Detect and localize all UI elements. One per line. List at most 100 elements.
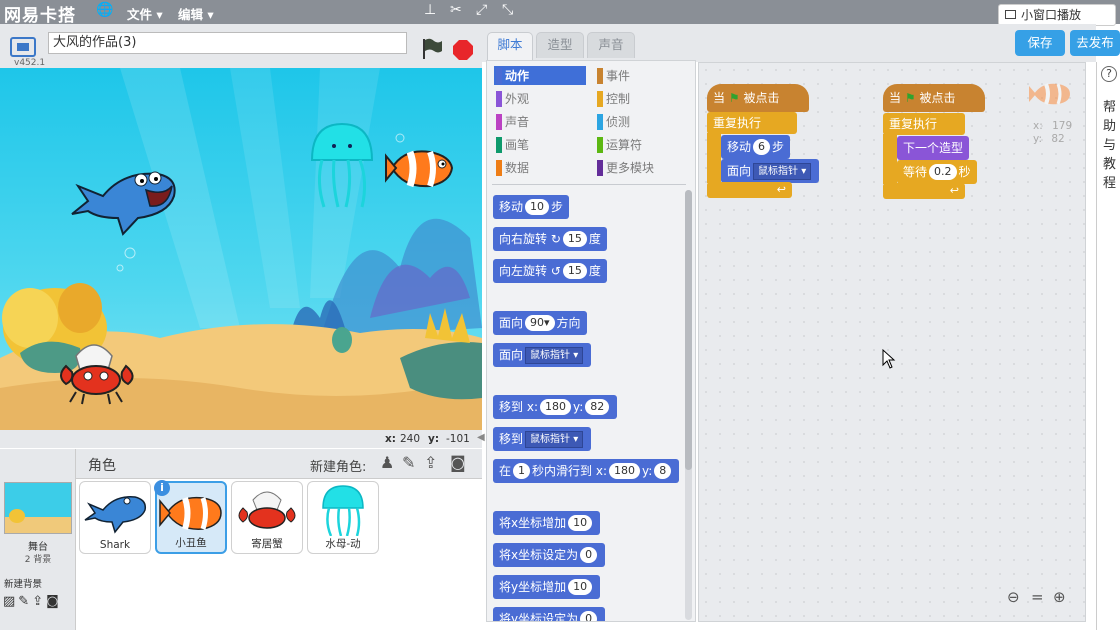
category-sensing[interactable]: 侦测 bbox=[597, 113, 630, 131]
sprite-jellyfish-on-stage[interactable] bbox=[302, 122, 382, 212]
rotate-right-icon: ↻ bbox=[550, 232, 561, 246]
block-set-x[interactable]: 将x坐标设定为 0 bbox=[493, 543, 606, 567]
mouse-coordinate-bar: x: 240 y: -101 bbox=[0, 430, 482, 448]
mini-player-button[interactable]: 小窗口播放 bbox=[998, 4, 1116, 26]
category-control[interactable]: 控制 bbox=[597, 90, 630, 108]
script1-when-flag-clicked[interactable]: 当 ⚑ 被点击 bbox=[707, 84, 809, 112]
block-change-y[interactable]: 将y坐标增加 10 bbox=[493, 575, 601, 599]
sprites-title: 角色 bbox=[88, 458, 116, 474]
block-glide[interactable]: 在 1 秒内滑行到 x: 180 y: 8 bbox=[493, 459, 680, 483]
sprite-clownfish-on-stage[interactable] bbox=[384, 146, 456, 190]
category-data[interactable]: 数据 bbox=[496, 159, 529, 177]
paint-backdrop-icon[interactable]: ✎ bbox=[18, 594, 32, 609]
clownfish-thumbnail bbox=[159, 496, 222, 530]
block-change-x[interactable]: 将x坐标增加 10 bbox=[493, 511, 601, 535]
help-icon[interactable]: ? bbox=[1101, 66, 1117, 82]
script2-forever[interactable]: 重复执行 bbox=[883, 113, 965, 135]
script1-forever-arm bbox=[707, 133, 721, 183]
block-point-towards[interactable]: 面向 鼠标指针 ▾ bbox=[493, 343, 592, 367]
sprite-hermit-crab-on-stage[interactable] bbox=[56, 336, 140, 406]
tab-costumes[interactable]: 造型 bbox=[536, 32, 584, 58]
menu-file[interactable]: 文件 ▾ bbox=[127, 4, 163, 23]
save-button[interactable]: 保存 bbox=[1015, 30, 1065, 56]
shrink-icon[interactable]: ⤡ bbox=[502, 2, 513, 18]
script1-point-towards[interactable]: 面向 鼠标指针 ▾ bbox=[721, 159, 820, 183]
script2-forever-end: ↩ bbox=[883, 183, 965, 199]
green-flag-icon: ⚑ bbox=[904, 91, 916, 105]
choose-backdrop-icon[interactable]: ▨ bbox=[3, 594, 18, 609]
script2-when-flag-clicked[interactable]: 当 ⚑ 被点击 bbox=[883, 84, 985, 112]
script1-forever-end: ↩ bbox=[707, 182, 792, 198]
sprite-info-icon[interactable]: i bbox=[154, 480, 170, 496]
app-logo[interactable]: 网易卡搭 bbox=[4, 1, 76, 26]
stage-backdrop-count: 2 背景 bbox=[24, 555, 52, 565]
stage-thumbnail[interactable] bbox=[4, 482, 72, 534]
sprite-panel-header: 角色 新建角色: ♟ ✎ ⇪ ◙ bbox=[76, 449, 482, 479]
grow-icon[interactable]: ⤢ bbox=[476, 2, 487, 18]
category-sound[interactable]: 声音 bbox=[496, 113, 529, 131]
new-sprite-label: 新建角色: bbox=[310, 460, 367, 475]
choose-sprite-icon[interactable]: ♟ bbox=[380, 453, 394, 472]
sprite-shark-on-stage[interactable] bbox=[68, 156, 180, 236]
camera-backdrop-icon[interactable]: ◙ bbox=[46, 594, 62, 609]
new-backdrop-tools: ▨✎⇪◙ bbox=[3, 594, 62, 609]
mouse-y-value: -101 bbox=[446, 433, 470, 445]
tab-scripts[interactable]: 脚本 bbox=[487, 32, 533, 60]
zoom-reset-icon[interactable]: = bbox=[1031, 588, 1044, 606]
delete-scissors-icon[interactable]: ✂ bbox=[450, 2, 462, 18]
sprite-tile-hermit-crab[interactable]: 寄居蟹 bbox=[231, 481, 303, 554]
category-motion[interactable]: 动作 bbox=[496, 67, 529, 85]
category-events[interactable]: 事件 bbox=[597, 67, 630, 85]
project-name-input[interactable]: 大风的作品(3) bbox=[48, 32, 407, 54]
block-move-steps[interactable]: 移动 10 步 bbox=[493, 195, 570, 219]
window-icon bbox=[1005, 10, 1016, 19]
category-more-blocks[interactable]: 更多模块 bbox=[597, 159, 654, 177]
block-point-in-direction[interactable]: 面向 90▾ 方向 bbox=[493, 311, 587, 335]
tab-sounds[interactable]: 声音 bbox=[587, 32, 635, 58]
mouse-x-value: 240 bbox=[400, 433, 421, 445]
zoom-in-icon[interactable]: ⊕ bbox=[1053, 588, 1066, 606]
script2-next-costume[interactable]: 下一个造型 bbox=[897, 136, 970, 160]
sprite-tile-jellyfish[interactable]: 水母-动 bbox=[307, 481, 379, 554]
upload-backdrop-icon[interactable]: ⇪ bbox=[32, 594, 46, 609]
loop-arrow-icon: ↩ bbox=[949, 184, 959, 197]
zoom-out-icon[interactable]: ⊖ bbox=[1007, 588, 1020, 606]
green-flag-icon[interactable] bbox=[420, 36, 444, 62]
palette-scrollbar-thumb[interactable] bbox=[685, 190, 692, 470]
collapse-arrow-icon[interactable]: ◀ bbox=[477, 432, 485, 443]
sprite-tile-shark[interactable]: Shark bbox=[79, 481, 151, 554]
block-turn-left[interactable]: 向左旋转 ↺ 15 度 bbox=[493, 259, 607, 283]
language-globe-icon[interactable]: 🌐 bbox=[96, 2, 113, 18]
block-go-to[interactable]: 移到 鼠标指针 ▾ bbox=[493, 427, 592, 451]
top-menu-bar: 网易卡搭 🌐 文件 ▾ 编辑 ▾ ⊥ ✂ ⤢ ⤡ bbox=[0, 0, 1120, 26]
stop-sign-icon[interactable] bbox=[452, 39, 474, 61]
category-looks[interactable]: 外观 bbox=[496, 90, 529, 108]
paint-sprite-icon[interactable]: ✎ bbox=[402, 453, 415, 472]
mouse-cursor-icon bbox=[882, 349, 896, 369]
script2-wait[interactable]: 等待 0.2 秒 bbox=[897, 160, 977, 184]
fullscreen-icon[interactable] bbox=[10, 37, 36, 57]
hermit-crab-thumbnail bbox=[238, 491, 296, 529]
category-pen[interactable]: 画笔 bbox=[496, 136, 529, 154]
menu-edit[interactable]: 编辑 ▾ bbox=[178, 4, 214, 23]
block-glide-clip: 在 1 秒内滑行到 x: 180 y: 8 bbox=[493, 459, 686, 485]
script2-forever-arm bbox=[883, 134, 897, 184]
new-backdrop-label: 新建背景 bbox=[4, 579, 43, 590]
duplicate-stamp-icon[interactable]: ⊥ bbox=[424, 2, 436, 18]
palette-divider bbox=[492, 184, 686, 185]
rotate-left-icon: ↺ bbox=[550, 264, 561, 278]
block-turn-right[interactable]: 向右旋转 ↻ 15 度 bbox=[493, 227, 607, 251]
shark-thumbnail bbox=[84, 496, 147, 534]
block-set-y[interactable]: 将y坐标设定为 0 bbox=[493, 607, 606, 621]
script1-move-steps[interactable]: 移动 6 步 bbox=[721, 135, 791, 159]
upload-sprite-icon[interactable]: ⇪ bbox=[424, 453, 437, 472]
block-go-to-xy[interactable]: 移到 x: 180 y: 82 bbox=[493, 395, 618, 419]
jellyfish-thumbnail bbox=[322, 485, 364, 537]
stage-canvas[interactable] bbox=[0, 68, 482, 430]
current-sprite-y: y: 82 bbox=[1033, 133, 1065, 145]
script1-forever[interactable]: 重复执行 bbox=[707, 112, 797, 134]
help-sidebar[interactable]: ? 帮助与教程 bbox=[1096, 62, 1120, 630]
category-operators[interactable]: 运算符 bbox=[597, 136, 642, 154]
publish-button[interactable]: 去发布 bbox=[1070, 30, 1120, 56]
camera-sprite-icon[interactable]: ◙ bbox=[450, 453, 466, 472]
